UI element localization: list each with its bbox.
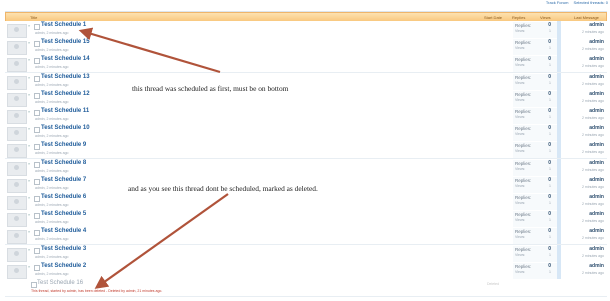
annotation-arrows bbox=[78, 27, 229, 289]
arrow-to-deleted-thread bbox=[94, 193, 229, 289]
arrow-to-first-thread bbox=[78, 27, 221, 74]
